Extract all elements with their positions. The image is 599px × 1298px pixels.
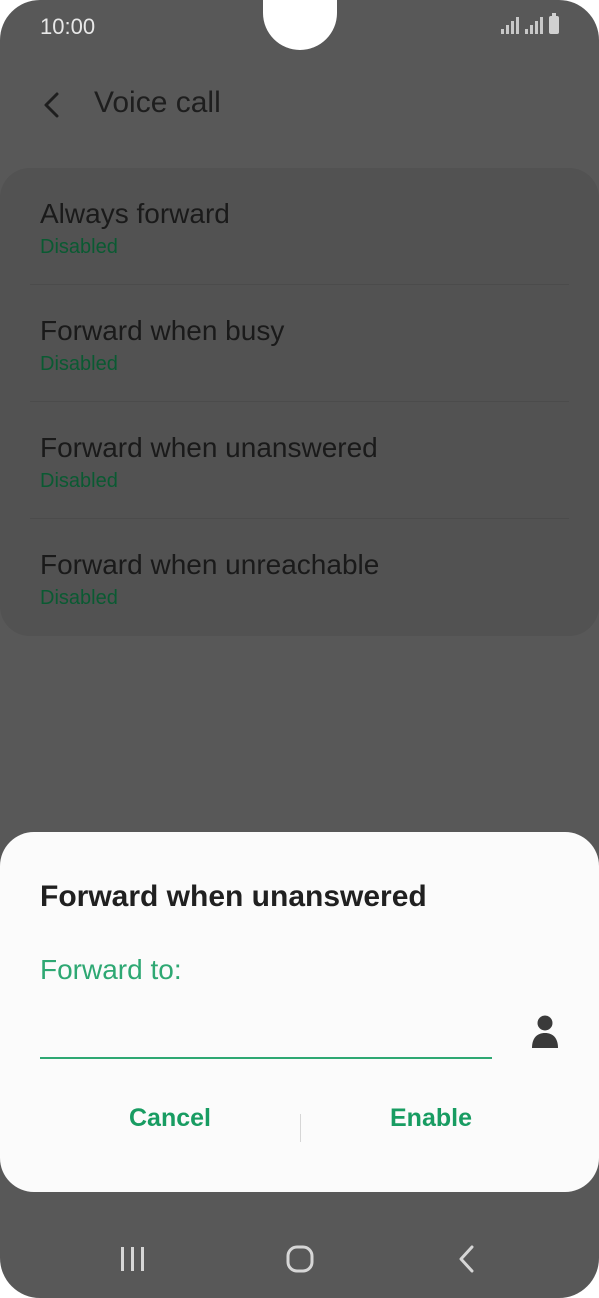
dialog-title: Forward when unanswered: [40, 880, 427, 913]
list-item-status: Disabled: [40, 470, 118, 492]
battery-icon: [549, 13, 559, 34]
list-item-status: Disabled: [40, 587, 118, 609]
recent-apps-icon[interactable]: [118, 1245, 148, 1273]
app-header: Voice call: [0, 80, 599, 130]
signal-icon: [525, 17, 543, 34]
phone-screen: 10:00 Voice call Always forward Disabled…: [0, 0, 599, 1298]
forward-options-list: Always forward Disabled Forward when bus…: [0, 168, 599, 636]
list-item-status: Disabled: [40, 236, 118, 258]
back-icon[interactable]: [455, 1244, 479, 1274]
enable-button[interactable]: Enable: [390, 1104, 472, 1133]
list-item-forward-when-busy[interactable]: Forward when busy Disabled: [0, 285, 599, 402]
person-icon[interactable]: [530, 1014, 560, 1050]
signal-icon: [501, 17, 519, 34]
list-item-title: Forward when unanswered: [40, 432, 378, 463]
list-item-title: Always forward: [40, 198, 230, 229]
home-icon[interactable]: [286, 1245, 314, 1273]
status-icons: [501, 13, 559, 34]
status-time: 10:00: [40, 14, 96, 39]
chevron-left-icon[interactable]: [40, 88, 70, 122]
page-title: Voice call: [94, 86, 221, 119]
list-item-title: Forward when busy: [40, 315, 285, 346]
cancel-button[interactable]: Cancel: [129, 1104, 211, 1133]
forward-number-input[interactable]: [40, 1007, 492, 1059]
button-divider: [300, 1114, 301, 1142]
camera-notch: [263, 0, 337, 50]
list-item-forward-when-unreachable[interactable]: Forward when unreachable Disabled: [0, 519, 599, 636]
list-item-forward-when-unanswered[interactable]: Forward when unanswered Disabled: [0, 402, 599, 519]
list-item-title: Forward when unreachable: [40, 549, 380, 580]
list-item-always-forward[interactable]: Always forward Disabled: [0, 168, 599, 285]
list-item-status: Disabled: [40, 353, 118, 375]
forward-dialog: Forward when unanswered Forward to: Canc…: [0, 832, 599, 1192]
forward-to-label: Forward to:: [40, 954, 182, 985]
